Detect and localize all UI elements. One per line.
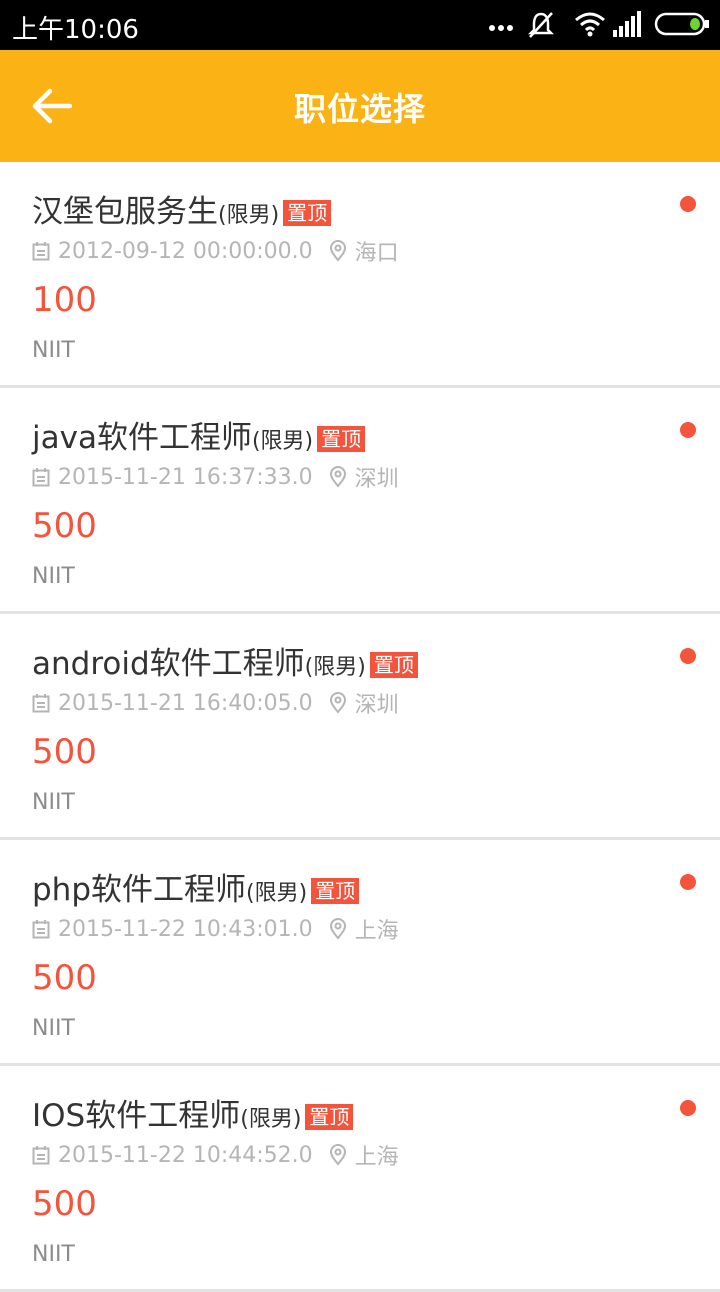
calendar-icon [32, 468, 50, 487]
muted-bell-icon [527, 12, 555, 38]
calendar-icon [32, 1146, 50, 1165]
more-dots-icon [489, 25, 513, 31]
job-location: 深圳 [354, 693, 399, 718]
post-date: 2015-11-22 10:44:52.0 [58, 1142, 313, 1168]
post-date: 2015-11-22 10:43:01.0 [58, 916, 313, 942]
job-meta: 2015-11-22 10:44:52.0 上海 [32, 1140, 399, 1170]
job-title: php软件工程师 [32, 872, 247, 908]
status-bar: 上午10:06 [0, 0, 720, 50]
company-name: NIIT [32, 1016, 75, 1041]
signal-icon [613, 11, 641, 37]
job-location: 深圳 [354, 467, 399, 492]
status-time: 上午10:06 [12, 15, 139, 45]
location-pin-icon [329, 918, 346, 940]
job-title-row: php软件工程师 (限男) 置顶 [32, 864, 360, 908]
calendar-icon [32, 694, 50, 713]
page-title: 职位选择 [293, 90, 426, 128]
job-title-row: android软件工程师 (限男) 置顶 [32, 638, 418, 682]
gender-restriction: (限男) [251, 429, 314, 454]
pinned-badge: 置顶 [369, 652, 418, 678]
job-meta: 2015-11-21 16:40:05.0 深圳 [32, 688, 399, 718]
unread-dot [680, 648, 696, 664]
job-location: 上海 [354, 1145, 399, 1170]
post-date: 2015-11-21 16:40:05.0 [58, 690, 313, 716]
gender-restriction: (限男) [304, 655, 366, 680]
location-pin-icon [329, 692, 346, 714]
pinned-badge: 置顶 [305, 1104, 354, 1130]
salary: 500 [32, 1184, 97, 1224]
job-title-row: 汉堡包服务生 (限男) 置顶 [32, 186, 332, 230]
job-list-item[interactable]: android软件工程师 (限男) 置顶 2015-11-21 16:40:05… [0, 614, 720, 840]
pinned-badge: 置顶 [283, 200, 332, 226]
unread-dot [680, 422, 696, 438]
job-title-row: IOS软件工程师 (限男) 置顶 [32, 1090, 354, 1134]
calendar-icon [32, 920, 50, 939]
calendar-icon [32, 242, 50, 261]
location-pin-icon [329, 240, 346, 262]
salary: 500 [32, 506, 97, 546]
battery-icon [654, 12, 709, 36]
company-name: NIIT [32, 564, 75, 589]
gender-restriction: (限男) [246, 881, 308, 906]
job-list-item[interactable]: IOS软件工程师 (限男) 置顶 2015-11-22 10:44:52.0 上… [0, 1066, 720, 1292]
job-list-item[interactable]: php软件工程师 (限男) 置顶 2015-11-22 10:43:01.0 上… [0, 840, 720, 1066]
job-title: 汉堡包服务生 [32, 194, 218, 230]
company-name: NIIT [32, 338, 75, 363]
job-meta: 2015-11-21 16:37:33.0 深圳 [32, 462, 399, 492]
job-title: IOS软件工程师 [32, 1098, 241, 1134]
job-location: 上海 [354, 919, 399, 944]
post-date: 2015-11-21 16:37:33.0 [58, 464, 313, 490]
job-title: android软件工程师 [32, 646, 305, 682]
gender-restriction: (限男) [240, 1107, 302, 1132]
pinned-badge: 置顶 [317, 426, 366, 452]
salary: 500 [32, 958, 97, 998]
location-pin-icon [329, 466, 346, 488]
job-meta: 2015-11-22 10:43:01.0 上海 [32, 914, 399, 944]
unread-dot [680, 874, 696, 890]
app-bar: 职位选择 [0, 50, 720, 162]
salary: 100 [32, 280, 97, 320]
pinned-badge: 置顶 [311, 878, 360, 904]
job-title-row: java软件工程师 (限男) 置顶 [32, 412, 366, 456]
location-pin-icon [329, 1144, 346, 1166]
job-title: java软件工程师 [32, 420, 252, 456]
wifi-icon [575, 12, 605, 37]
job-list: 汉堡包服务生 (限男) 置顶 2012-09-12 00:00:00.0 海口 … [0, 162, 720, 1292]
company-name: NIIT [32, 1242, 75, 1267]
job-list-item[interactable]: java软件工程师 (限男) 置顶 2015-11-21 16:37:33.0 … [0, 388, 720, 614]
company-name: NIIT [32, 790, 75, 815]
gender-restriction: (限男) [218, 203, 280, 228]
job-list-item[interactable]: 汉堡包服务生 (限男) 置顶 2012-09-12 00:00:00.0 海口 … [0, 162, 720, 388]
job-location: 海口 [354, 241, 399, 266]
unread-dot [680, 1100, 696, 1116]
unread-dot [680, 196, 696, 212]
salary: 500 [32, 732, 97, 772]
post-date: 2012-09-12 00:00:00.0 [58, 238, 313, 264]
job-meta: 2012-09-12 00:00:00.0 海口 [32, 236, 399, 266]
